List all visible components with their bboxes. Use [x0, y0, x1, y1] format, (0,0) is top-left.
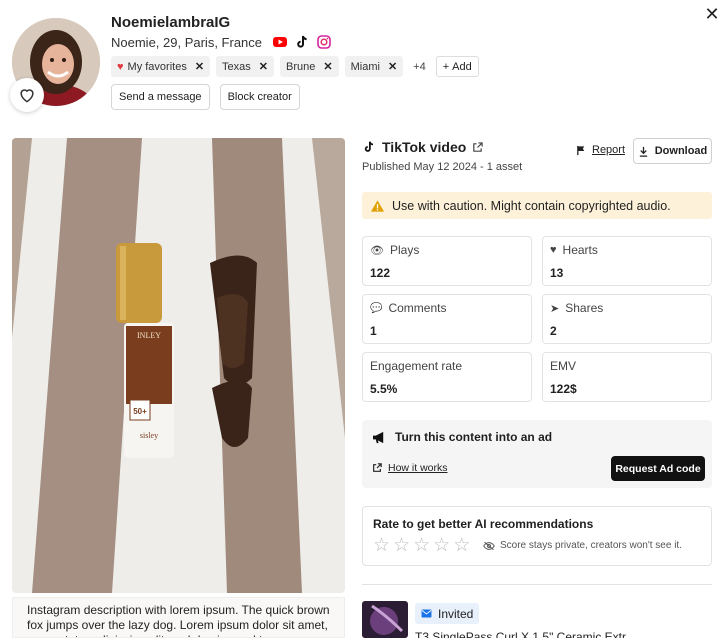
download-icon	[639, 146, 647, 157]
stat-label: Engagement rate	[370, 359, 463, 373]
tiktok-icon	[364, 141, 374, 152]
instagram-icon[interactable]	[316, 34, 332, 50]
copyright-warning: Use with caution. Might contain copyrigh…	[362, 192, 712, 219]
invited-label: Invited	[438, 606, 474, 621]
tag-texas[interactable]: Texas ✕	[216, 56, 275, 77]
published-info: Published May 12 2024 - 1 asset	[362, 161, 523, 173]
post-media-image[interactable]: INLEY 50+ sisley	[12, 138, 345, 593]
request-ad-code-button[interactable]: Request Ad code	[611, 456, 705, 481]
stat-emv: EMV 122$	[542, 352, 712, 402]
more-tags-count[interactable]: +4	[409, 61, 430, 73]
download-label: Download	[654, 145, 708, 157]
block-creator-button[interactable]: Block creator	[219, 84, 300, 110]
tag-label: Miami	[350, 60, 380, 73]
heart-outline-icon	[20, 89, 34, 103]
divider	[362, 584, 712, 585]
svg-text:sisley: sisley	[140, 431, 158, 440]
star-icon[interactable]: ☆	[393, 536, 410, 555]
post-title-row: TikTok video	[362, 139, 483, 155]
report-link[interactable]: Report	[576, 144, 625, 156]
star-icon[interactable]: ☆	[373, 536, 390, 555]
stat-value: 5.5%	[370, 382, 398, 396]
tag-label: Texas	[222, 60, 251, 73]
post-description: Instagram description with lorem ipsum. …	[12, 597, 345, 638]
remove-tag-icon[interactable]: ✕	[388, 60, 397, 73]
stat-value: 13	[550, 266, 564, 280]
comment-icon: 💬	[370, 302, 383, 314]
stat-label: Shares	[565, 301, 604, 315]
megaphone-icon	[373, 431, 384, 443]
stat-label: Plays	[389, 243, 420, 257]
post-title: TikTok video	[382, 139, 467, 155]
tag-my-favorites[interactable]: ♥ My favorites ✕	[111, 56, 211, 77]
product-name[interactable]: T3 SinglePass Curl X 1.5" Ceramic Extr	[415, 630, 626, 638]
mail-icon	[421, 609, 432, 618]
product-thumbnail[interactable]	[362, 601, 408, 638]
ad-title-row: Turn this content into an ad	[372, 430, 552, 444]
add-tag-label: Add	[452, 60, 472, 73]
creator-actions: Send a message Block creator	[111, 84, 300, 110]
stat-value: 122	[370, 266, 391, 280]
rating-privacy-note: Score stays private, creators won't see …	[483, 540, 682, 551]
star-icon[interactable]: ☆	[413, 536, 430, 555]
heart-icon: ♥	[117, 60, 124, 73]
stat-value: 122$	[550, 382, 577, 396]
rating-note-text: Score stays private, creators won't see …	[500, 540, 682, 551]
stat-label: EMV	[550, 359, 577, 373]
stat-hearts: ♥ Hearts 13	[542, 236, 712, 286]
rating-title: Rate to get better AI recommendations	[373, 517, 594, 531]
tag-list: ♥ My favorites ✕ Texas ✕ Brune ✕ Miami ✕…	[111, 56, 479, 77]
favorite-heart-button[interactable]	[10, 78, 44, 112]
close-icon[interactable]: ✕	[704, 5, 720, 23]
stat-shares: ➤ Shares 2	[542, 294, 712, 344]
invited-badge: Invited	[415, 603, 480, 624]
send-message-button[interactable]: Send a message	[111, 84, 210, 110]
flag-icon	[577, 145, 585, 155]
rating-panel: Rate to get better AI recommendations ☆ …	[362, 506, 712, 566]
remove-tag-icon[interactable]: ✕	[323, 60, 332, 73]
eye-icon: 👁	[370, 244, 384, 257]
how-it-works-label: How it works	[388, 462, 448, 474]
remove-tag-icon[interactable]: ✕	[259, 60, 268, 73]
svg-text:50+: 50+	[133, 407, 147, 416]
tag-label: My favorites	[127, 60, 187, 73]
stat-plays: 👁 Plays 122	[362, 236, 532, 286]
warning-icon	[370, 199, 385, 212]
heart-icon: ♥	[550, 244, 557, 256]
external-link-icon[interactable]	[472, 141, 483, 153]
creator-avatar-wrap	[10, 18, 100, 112]
tiktok-icon[interactable]	[294, 34, 310, 50]
tag-miami[interactable]: Miami ✕	[344, 56, 404, 77]
star-rating: ☆ ☆ ☆ ☆ ☆	[373, 536, 470, 555]
eye-off-icon	[483, 541, 495, 550]
creator-subtitle-row: Noemie, 29, Paris, France	[111, 34, 332, 50]
remove-tag-icon[interactable]: ✕	[195, 60, 204, 73]
stat-engagement-rate: Engagement rate 5.5%	[362, 352, 532, 402]
stat-label: Comments	[388, 301, 447, 315]
add-tag-button[interactable]: + Add	[435, 56, 479, 77]
creator-name: NoemielambraIG	[111, 14, 231, 31]
creator-subtitle: Noemie, 29, Paris, France	[111, 34, 263, 50]
stat-value: 1	[370, 324, 377, 338]
external-link-icon	[373, 463, 382, 472]
report-label: Report	[592, 144, 626, 156]
svg-text:INLEY: INLEY	[137, 331, 161, 340]
stat-comments: 💬 Comments 1	[362, 294, 532, 344]
youtube-icon[interactable]	[272, 34, 288, 50]
plus-icon: +	[442, 60, 450, 73]
tag-brune[interactable]: Brune ✕	[280, 56, 339, 77]
how-it-works-link[interactable]: How it works	[372, 462, 448, 474]
warning-text: Use with caution. Might contain copyrigh…	[392, 198, 671, 213]
star-icon[interactable]: ☆	[453, 536, 470, 555]
download-button[interactable]: Download	[633, 138, 712, 164]
share-icon: ➤	[550, 302, 560, 315]
stat-label: Hearts	[562, 243, 598, 257]
star-icon[interactable]: ☆	[433, 536, 450, 555]
tag-label: Brune	[286, 60, 316, 73]
ad-title: Turn this content into an ad	[395, 430, 553, 444]
ad-conversion-panel: Turn this content into an ad How it work…	[362, 420, 712, 488]
stat-value: 2	[550, 324, 557, 338]
